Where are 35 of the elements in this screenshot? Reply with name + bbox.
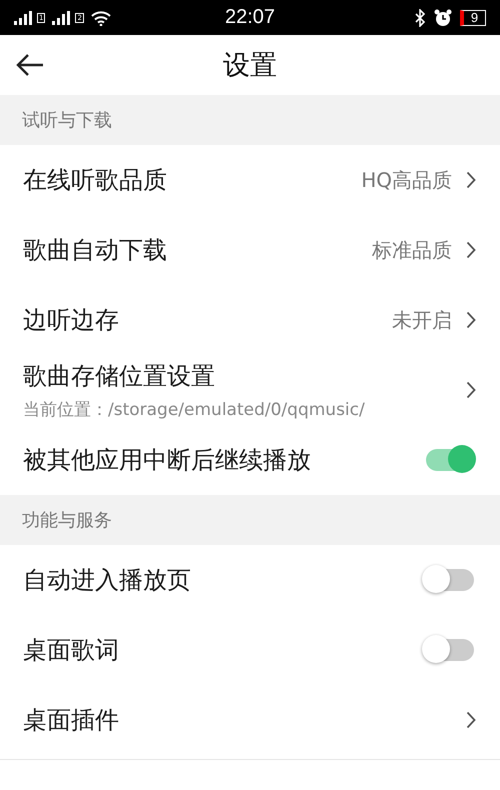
bluetooth-icon <box>414 8 426 26</box>
settings-row[interactable]: 桌面插件 <box>0 685 500 755</box>
setting-label: 歌曲自动下载 <box>23 235 168 266</box>
settings-row[interactable]: 歌曲自动下载 标准品质 <box>0 215 500 285</box>
settings-row[interactable]: 边听边存 未开启 <box>0 285 500 355</box>
section-header: 试听与下载 <box>0 95 500 145</box>
settings-row[interactable]: 自动进入播放页 <box>0 545 500 615</box>
setting-label: 桌面插件 <box>23 705 120 736</box>
chevron-right-icon <box>466 171 476 189</box>
setting-label: 桌面歌词 <box>23 635 120 666</box>
setting-label: 边听边存 <box>23 305 120 336</box>
settings-row[interactable]: 在线听歌品质 HQ高品质 <box>0 145 500 215</box>
chevron-right-icon <box>466 381 476 399</box>
storage-path: 当前位置：/storage/emulated/0/qqmusic/ <box>23 398 366 420</box>
signal-icon <box>14 10 34 24</box>
settings-row[interactable]: 桌面歌词 <box>0 615 500 685</box>
page-title: 设置 <box>223 49 277 83</box>
battery-indicator: 9 <box>460 10 486 26</box>
setting-value: 未开启 <box>392 306 452 334</box>
chevron-right-icon <box>466 311 476 329</box>
signal-icon <box>52 10 72 24</box>
status-time: 22:07 <box>224 6 276 29</box>
setting-label: 歌曲存储位置设置 <box>23 360 216 392</box>
setting-value: HQ高品质 <box>361 166 452 194</box>
setting-value: 标准品质 <box>372 236 452 264</box>
settings-row[interactable]: 被其他应用中断后继续播放 <box>0 425 500 495</box>
setting-label: 自动进入播放页 <box>23 565 192 596</box>
section-header: 功能与服务 <box>0 495 500 545</box>
setting-label: 被其他应用中断后继续播放 <box>23 445 312 476</box>
chevron-right-icon <box>466 711 476 729</box>
wifi-icon <box>90 10 111 26</box>
settings-row[interactable]: 歌曲存储位置设置 当前位置：/storage/emulated/0/qqmusic/ <box>0 355 500 425</box>
setting-label: 在线听歌品质 <box>23 165 168 196</box>
alarm-clock-icon <box>434 8 452 26</box>
chevron-right-icon <box>466 241 476 259</box>
